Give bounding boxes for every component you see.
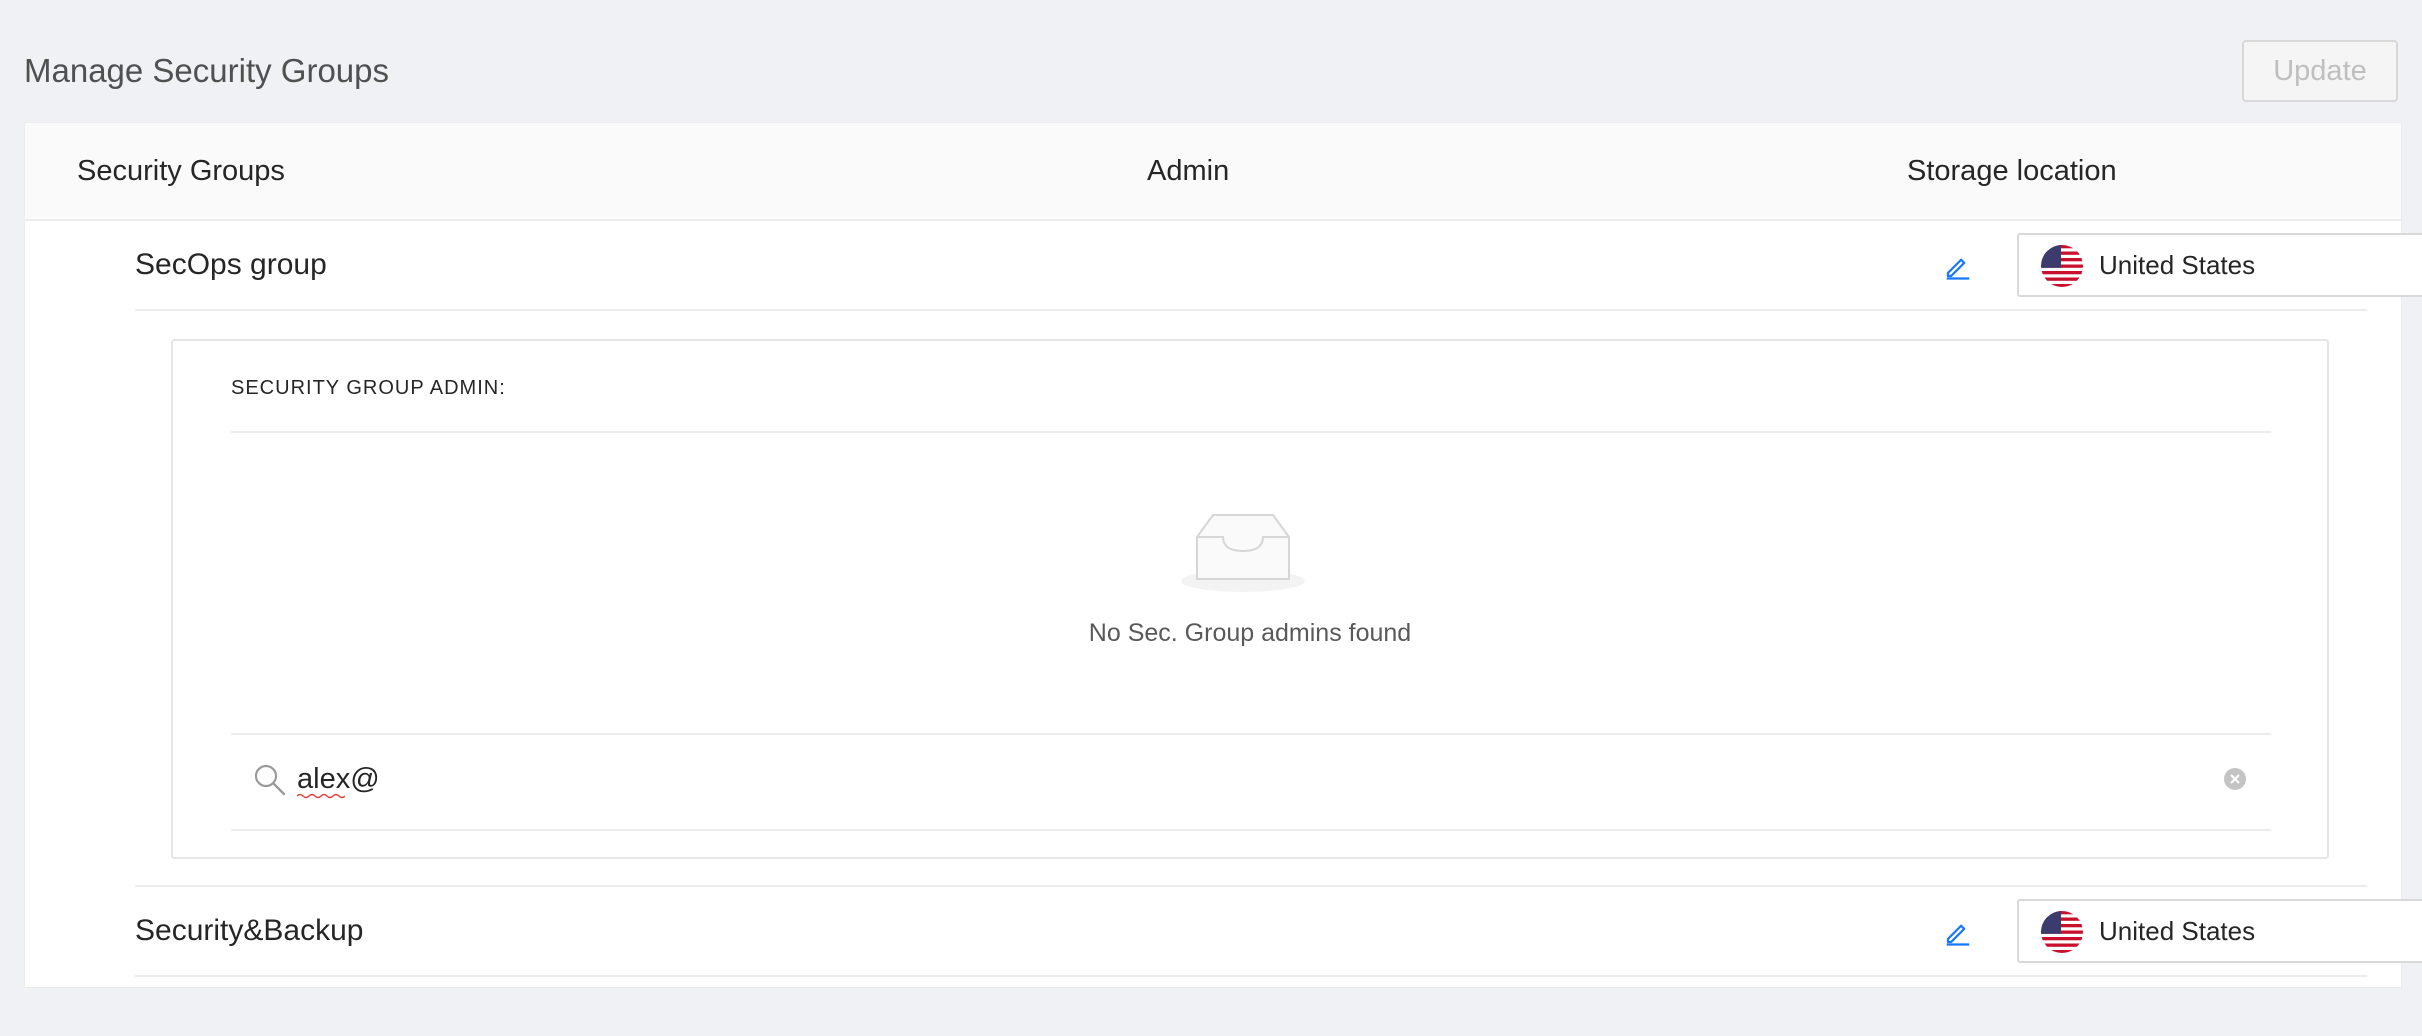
us-flag-icon — [2041, 245, 2083, 287]
edit-icon[interactable] — [1943, 917, 1973, 947]
divider — [231, 829, 2271, 831]
spellcheck-underline — [297, 793, 345, 799]
column-header-security-groups: Security Groups — [77, 155, 285, 187]
clear-icon[interactable] — [2223, 767, 2247, 791]
divider — [231, 733, 2271, 735]
divider — [231, 431, 2271, 433]
table-header: Security Groups Admin Storage location — [25, 123, 2401, 221]
group-name: Security&Backup — [135, 914, 364, 947]
group-name: SecOps group — [135, 248, 327, 281]
admin-search-input[interactable] — [297, 753, 2097, 805]
column-header-storage-location: Storage location — [1907, 155, 2117, 187]
security-groups-table: Security Groups Admin Storage location S… — [24, 122, 2422, 988]
column-header-admin: Admin — [1147, 155, 1230, 187]
table-row: Security&Backup United States — [135, 885, 2422, 977]
empty-state-text: No Sec. Group admins found — [1088, 619, 1412, 647]
empty-inbox-icon — [1181, 514, 1305, 592]
storage-location-value: United States — [2099, 916, 2256, 946]
page-title: Manage Security Groups — [24, 52, 390, 89]
panel-label: SECURITY GROUP ADMIN: — [231, 377, 506, 399]
security-group-admin-panel: SECURITY GROUP ADMIN: No Sec. Group admi… — [171, 339, 2329, 859]
storage-location-select[interactable]: United States — [2017, 899, 2422, 963]
edit-icon[interactable] — [1943, 251, 1973, 281]
search-icon — [254, 764, 286, 796]
table-row: SecOps group United States — [135, 221, 2422, 311]
storage-location-select[interactable]: United States — [2017, 233, 2422, 297]
us-flag-icon — [2041, 911, 2083, 953]
update-button[interactable]: Update — [2242, 40, 2398, 102]
storage-location-value: United States — [2099, 250, 2256, 280]
